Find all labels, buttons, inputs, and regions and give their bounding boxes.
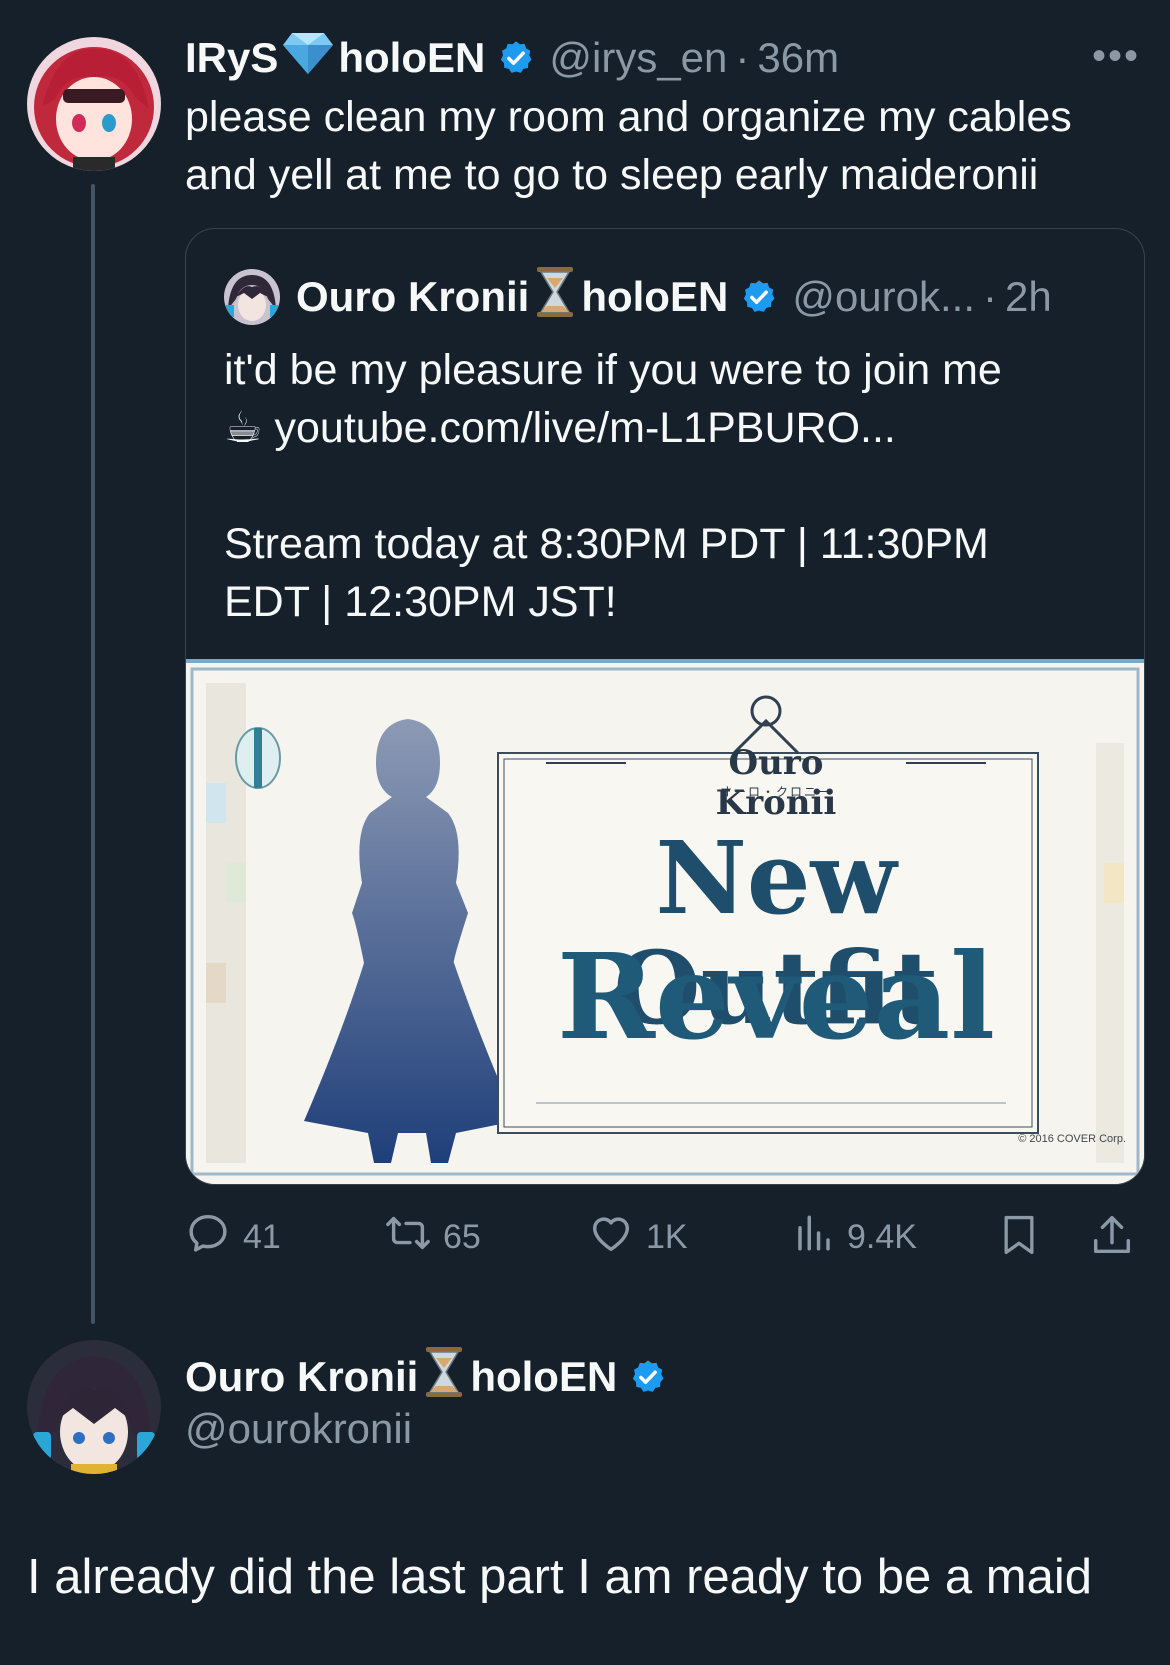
reply-text: I already did the last part I am ready t…	[27, 1550, 1092, 1604]
quote-author-name[interactable]: Ouro Kronii	[296, 273, 529, 321]
more-options-icon[interactable]: •••	[1092, 34, 1140, 79]
youtube-link[interactable]: youtube.com/live/m-L1PBURO...	[275, 404, 896, 452]
media-brand-kana: オーロ・クロニー	[719, 785, 832, 799]
tweet-header: IRyS holoEN @irys_en · 36m	[185, 28, 839, 88]
quote-avatar[interactable]	[224, 269, 280, 325]
share-icon	[1089, 1210, 1135, 1269]
quote-timestamp[interactable]: 2h	[1005, 273, 1052, 321]
views-count: 9.4K	[847, 1218, 917, 1256]
quoted-tweet-card[interactable]: Ouro Kronii holoEN @ourok... · 2h it'd b…	[185, 228, 1145, 1185]
hourglass-icon	[424, 1346, 464, 1408]
verified-badge-icon	[740, 278, 778, 316]
repost-button[interactable]: 65	[385, 1210, 481, 1265]
reply-author-name-suffix[interactable]: holoEN	[470, 1353, 617, 1401]
hourglass-icon	[535, 266, 575, 328]
tweet-action-bar: 41 65 1K 9.4K	[185, 1210, 1145, 1270]
reply-header: Ouro Kronii holoEN	[185, 1347, 667, 1407]
heart-icon	[588, 1210, 634, 1265]
reply-author-name[interactable]: Ouro Kronii	[185, 1353, 418, 1401]
tweet-text: please clean my room and organize my cab…	[185, 93, 1072, 199]
reply-button[interactable]: 41	[185, 1210, 281, 1265]
avatar-irys[interactable]	[27, 37, 161, 171]
quote-handle[interactable]: @ourok...	[792, 273, 975, 321]
like-count: 1K	[646, 1218, 688, 1256]
media-title-line2: Reveal	[556, 927, 996, 1066]
author-name-suffix[interactable]: holoEN	[338, 34, 485, 82]
reply-handle[interactable]: @ourokronii	[185, 1405, 412, 1453]
share-button[interactable]	[1089, 1210, 1135, 1269]
gem-icon	[282, 31, 334, 85]
separator: ·	[735, 34, 750, 81]
reply-icon	[185, 1210, 231, 1265]
timestamp[interactable]: 36m	[757, 34, 839, 82]
repost-count: 65	[443, 1218, 481, 1256]
reply-count: 41	[243, 1218, 281, 1256]
verified-badge-icon	[629, 1358, 667, 1396]
quote-author-name-suffix[interactable]: holoEN	[581, 273, 728, 321]
like-button[interactable]: 1K	[588, 1210, 688, 1265]
quote-line-1: it'd be my pleasure if you were to join …	[224, 346, 1002, 394]
thread-line	[91, 184, 95, 1324]
quote-line-4: EDT | 12:30PM JST!	[224, 578, 617, 626]
quote-line-3: Stream today at 8:30PM PDT | 11:30PM	[224, 520, 989, 568]
quote-text: it'd be my pleasure if you were to join …	[224, 341, 1124, 631]
repost-icon	[385, 1210, 431, 1265]
author-handle[interactable]: @irys_en	[549, 34, 727, 82]
media-image[interactable]: Ouro Kronii オーロ・クロニー New Outfit Reveal ©…	[186, 659, 1144, 1184]
views-chart-icon	[793, 1210, 835, 1265]
media-copyright: © 2016 COVER Corp.	[1018, 1133, 1126, 1145]
bookmark-icon	[997, 1210, 1041, 1269]
coffee-icon: ☕	[224, 404, 263, 452]
quote-link-line: ☕ youtube.com/live/m-L1PBURO...	[224, 399, 1124, 457]
quote-header: Ouro Kronii holoEN @ourok... · 2h	[296, 267, 1052, 327]
bookmark-button[interactable]	[997, 1210, 1041, 1269]
separator: ·	[983, 273, 998, 320]
avatar-kronii[interactable]	[27, 1340, 161, 1474]
views-button[interactable]: 9.4K	[793, 1210, 917, 1265]
verified-badge-icon	[497, 39, 535, 77]
author-name[interactable]: IRyS	[185, 34, 278, 82]
